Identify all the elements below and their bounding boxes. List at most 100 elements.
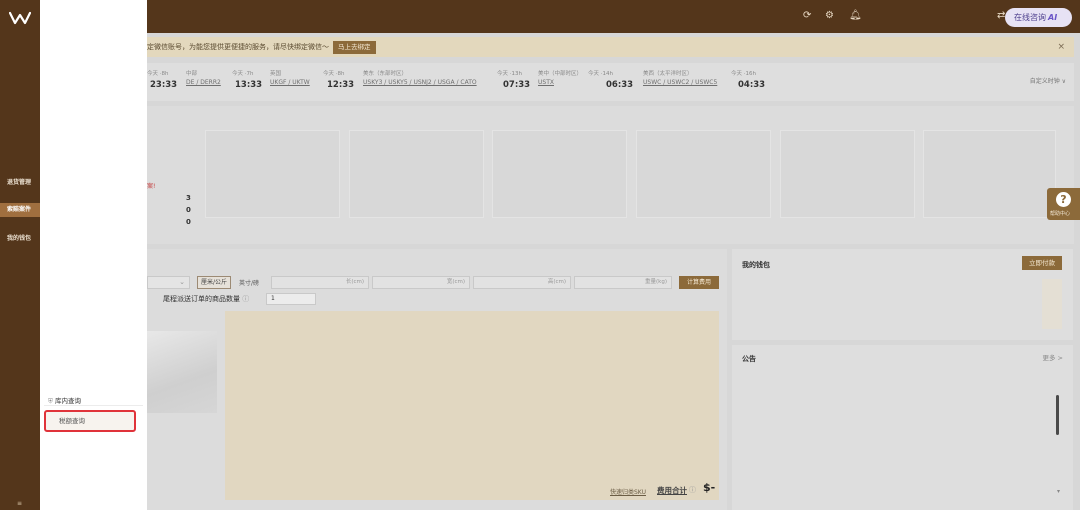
summary-card	[349, 130, 484, 218]
clock-label: 美中（中部时区）	[538, 71, 583, 77]
world-clock-bar: 今天 ·8h 23:33 中部 DE / DERR2 今天 ·7h 13:33 …	[147, 63, 1074, 101]
notice-text: 定微信账号，为能您提供更便捷的服务，请尽快绑定微信～	[147, 43, 329, 51]
clock-time-value: 07:33	[503, 80, 531, 90]
wallet-panel: 我的钱包 立即付款	[732, 249, 1073, 340]
question-icon: ?	[1056, 192, 1071, 207]
warehouse-codes-link[interactable]: USTX	[538, 79, 554, 86]
clock-label: 美东（东部时区）	[363, 71, 408, 77]
bind-wechat-button[interactable]: 马上去绑定	[333, 40, 376, 54]
sidebar-item-returns[interactable]: 退货管理	[0, 176, 40, 190]
pay-now-button[interactable]: 立即付款	[1022, 256, 1062, 270]
quantity-input[interactable]: 1	[266, 293, 316, 305]
warehouse-codes-link[interactable]: USWC / USWC2 / USWC5	[643, 79, 717, 86]
sidebar-item-claims[interactable]: 索赔案件	[0, 203, 40, 217]
clock-item: 今天 ·7h	[232, 69, 253, 77]
settings-icon[interactable]: ⚙	[825, 11, 834, 21]
count-value: 3	[186, 194, 191, 202]
help-icon[interactable]: ⓘ	[242, 295, 249, 303]
fee-calculator-panel: ⌄ 厘米/公斤 英寸/磅 长(cm) 宽(cm) 高(cm) 重量(kg) 计算…	[147, 249, 727, 510]
wallet-graphic	[1042, 279, 1062, 329]
summary-panel: 案! 3 0 0	[147, 106, 1074, 244]
clock-item: 中部 DE / DERR2	[186, 69, 221, 86]
sidebar-item-label: 退货管理	[7, 179, 32, 186]
scrollbar-thumb[interactable]	[1056, 395, 1059, 435]
clock-time: 23:33	[150, 80, 177, 90]
sku-classify-link[interactable]: 快速归类SKU	[610, 487, 646, 496]
divider	[44, 405, 143, 406]
fee-total-label: 费用合计	[657, 486, 687, 495]
fee-result-area	[225, 311, 719, 500]
flyout-item-label: 库内查询	[54, 397, 81, 405]
status-badge: 案!	[147, 183, 156, 190]
top-bar: ⟳ ⚙ 🔔︎ ⇄ 在线咨询 AI	[0, 0, 1080, 33]
submenu-flyout: ⛨ 库内查询 税额查询	[40, 0, 147, 510]
shield-icon: ⛨	[48, 397, 53, 405]
menu-collapse-icon[interactable]: ≡	[17, 500, 22, 507]
close-icon[interactable]: ×	[1057, 37, 1065, 57]
clock-time: 04:33	[738, 80, 765, 90]
help-icon[interactable]: ⓘ	[689, 485, 696, 495]
announcement-panel: 公告 更多 > ▾	[732, 345, 1073, 510]
width-input[interactable]: 宽(cm)	[372, 276, 470, 289]
sidebar-item-label: 索赔案件	[7, 206, 32, 213]
scroll-down-icon[interactable]: ▾	[1057, 488, 1060, 495]
package-image	[147, 331, 217, 413]
summary-card	[492, 130, 627, 218]
announcement-title: 公告	[742, 355, 756, 363]
clock-time: 12:33	[327, 80, 354, 90]
sidebar: 退货管理 索赔案件 我的钱包 ≡	[0, 0, 40, 510]
sidebar-item-label: 我的钱包	[7, 235, 32, 242]
length-input[interactable]: 长(cm)	[271, 276, 369, 289]
warehouse-codes-link[interactable]: UKGF / UKTW	[270, 79, 310, 86]
chevron-down-icon: ⌄	[179, 278, 185, 286]
brand-logo	[9, 11, 31, 25]
weight-input[interactable]: 重量(kg)	[574, 276, 672, 289]
height-input[interactable]: 高(cm)	[473, 276, 571, 289]
online-consult-label: 在线咨询	[1014, 13, 1046, 22]
warehouse-codes-link[interactable]: USKY3 / USKY5 / USNJ2 / USGA / CATO	[363, 79, 477, 86]
calculate-fee-button[interactable]: 计算费用	[679, 276, 719, 289]
more-link[interactable]: 更多 >	[1042, 352, 1063, 362]
clock-label: 美西（太平洋时区）	[643, 71, 693, 77]
sidebar-item-wallet[interactable]: 我的钱包	[0, 232, 40, 246]
clock-item: 今天 ·16h	[731, 69, 756, 77]
bell-icon[interactable]: 🔔︎	[849, 11, 862, 21]
summary-card	[923, 130, 1056, 218]
refresh-icon[interactable]: ⟳	[803, 11, 811, 21]
clock-label: 今天 ·8h	[147, 71, 169, 77]
clock-time-value: 06:33	[606, 80, 634, 90]
clock-item: 美中（中部时区） USTX	[538, 69, 582, 86]
warehouse-codes-link[interactable]: DE / DERR2	[186, 79, 221, 86]
clock-label: 今天 ·7h	[232, 71, 254, 77]
clock-time-value: 23:33	[150, 80, 178, 90]
count-value: 0	[186, 206, 191, 214]
clock-label: 今天 ·14h	[588, 71, 613, 77]
count-value: 0	[186, 218, 191, 226]
custom-clock-dropdown[interactable]: 自定义时钟 ∨	[1030, 76, 1066, 85]
clock-item: 今天 ·8h	[147, 69, 168, 77]
clock-item: 英国 UKGF / UKTW	[270, 69, 310, 86]
clock-time: 06:33	[606, 80, 633, 90]
clock-time: 13:33	[235, 80, 262, 90]
unit-imperial-toggle[interactable]: 英寸/磅	[239, 278, 259, 287]
wallet-title: 我的钱包	[742, 261, 770, 269]
flyout-item-tax-query[interactable]: 税额查询	[44, 410, 136, 432]
fee-total-value: $-	[703, 481, 716, 494]
unit-metric-toggle[interactable]: 厘米/公斤	[197, 276, 232, 289]
clock-label: 英国	[270, 71, 282, 77]
clock-item: 今天 ·13h	[497, 69, 522, 77]
clock-item: 今天 ·8h	[323, 69, 344, 77]
clock-time: 07:33	[503, 80, 530, 90]
flyout-item-label: 税额查询	[59, 417, 85, 425]
main-content: 定微信账号，为能您提供更便捷的服务，请尽快绑定微信～ 马上去绑定 × 今天 ·8h…	[147, 33, 1080, 510]
summary-card	[636, 130, 771, 218]
clock-item: 美东（东部时区） USKY3 / USKY5 / USNJ2 / USGA / …	[363, 69, 477, 86]
clock-label: 今天 ·8h	[323, 71, 345, 77]
qty-label: 尾程派送订单的商品数量 ⓘ	[163, 294, 249, 304]
warehouse-select[interactable]: ⌄	[147, 276, 190, 289]
clock-label: 今天 ·13h	[497, 71, 522, 77]
help-center-label: 帮助中心	[1050, 211, 1071, 217]
online-consult-button[interactable]: 在线咨询 AI	[1005, 8, 1072, 27]
help-center-button[interactable]: ? 帮助中心	[1047, 188, 1080, 220]
clock-time-value: 04:33	[738, 80, 766, 90]
